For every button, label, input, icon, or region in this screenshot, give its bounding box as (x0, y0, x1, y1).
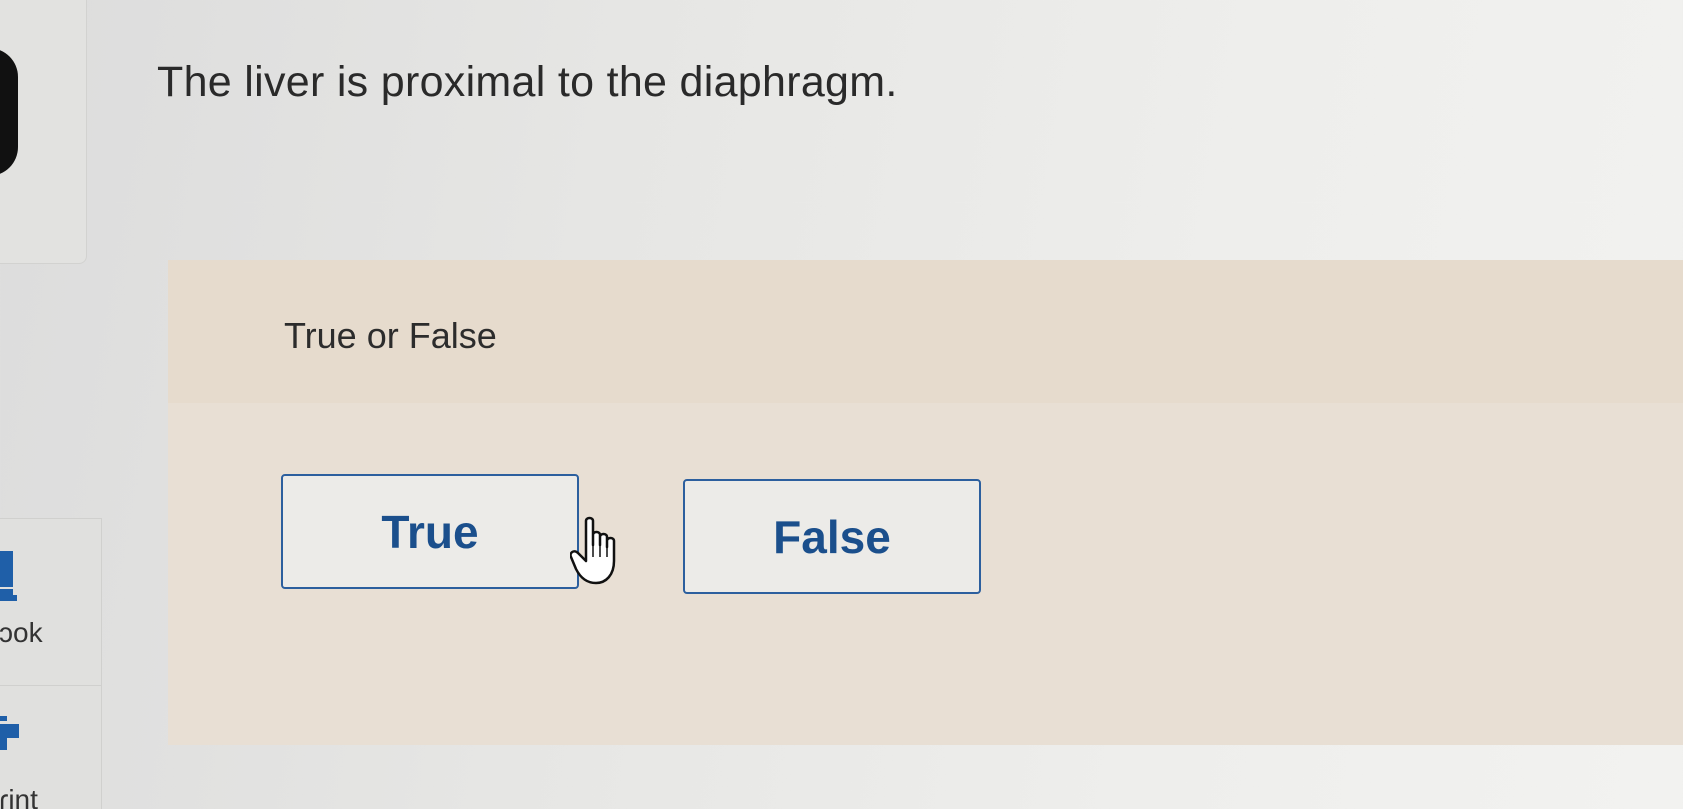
false-button[interactable]: False (683, 479, 981, 594)
sidebar-tool-ebook[interactable]: ɔok (0, 518, 102, 687)
sidebar-tool-label-print: ɾint (0, 784, 38, 809)
ebook-icon (0, 551, 17, 601)
avatar[interactable] (0, 48, 18, 176)
sidebar-tool-print[interactable]: ɾint (0, 685, 102, 809)
sidebar-tool-label-ebook: ɔok (0, 617, 43, 648)
true-button[interactable]: True (281, 474, 579, 589)
question-text: The liver is proximal to the diaphragm. (157, 58, 898, 106)
print-icon (0, 716, 19, 750)
hand-pointer-icon (570, 516, 616, 585)
true-or-false-prompt: True or False (284, 315, 497, 356)
answer-panel-header: True or False (168, 260, 1683, 403)
